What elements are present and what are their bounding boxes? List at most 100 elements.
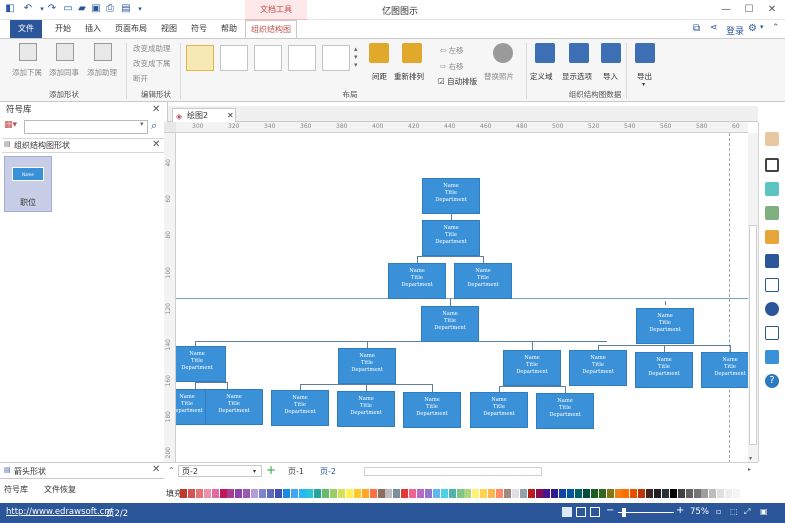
color-swatch[interactable] xyxy=(543,489,551,498)
color-swatch[interactable] xyxy=(345,489,353,498)
color-swatch[interactable] xyxy=(456,489,464,498)
color-swatch[interactable] xyxy=(622,489,630,498)
display-options-button[interactable]: 显示选项 xyxy=(562,43,596,83)
add-subordinate-button[interactable]: 添加下属 xyxy=(12,43,42,83)
layout-style-5[interactable] xyxy=(322,45,350,71)
horizontal-scrollbar[interactable] xyxy=(364,467,542,476)
color-swatch[interactable] xyxy=(717,489,725,498)
zoom-in-icon[interactable]: + xyxy=(676,505,684,516)
add-page-icon[interactable]: + xyxy=(266,463,276,477)
fill-icon[interactable] xyxy=(765,182,779,196)
normal-view-icon[interactable] xyxy=(562,507,572,517)
color-swatch[interactable] xyxy=(496,489,503,498)
color-swatch[interactable] xyxy=(677,489,685,498)
close-window-button[interactable]: ✕ xyxy=(761,2,783,18)
change-to-subordinate[interactable]: 改变成下属 xyxy=(133,58,171,69)
fit-page-icon[interactable] xyxy=(576,507,586,517)
color-swatch[interactable] xyxy=(519,489,527,498)
print-icon[interactable]: ⎙ xyxy=(104,3,116,15)
add-coworker-button[interactable]: 添加同事 xyxy=(49,43,79,83)
zoom-out-icon[interactable]: − xyxy=(606,505,614,516)
rearrange-button[interactable]: 重新排列 xyxy=(394,43,430,83)
tab-org-chart[interactable]: 组织结构图 xyxy=(245,20,297,38)
library-menu-icon[interactable]: ▦▾ xyxy=(4,120,22,134)
color-swatch[interactable] xyxy=(243,489,251,498)
close-category-icon[interactable]: ✕ xyxy=(152,139,160,150)
scroll-down-icon[interactable]: ▾ xyxy=(749,455,752,462)
fit-screen-icon[interactable]: ▫ xyxy=(716,507,721,516)
color-swatch[interactable] xyxy=(290,489,298,498)
connector-line[interactable] xyxy=(565,386,566,393)
org-node[interactable]: NameTitleDepartment xyxy=(636,308,694,344)
minimize-button[interactable]: — xyxy=(715,2,737,18)
close-arrow-shapes-icon[interactable]: ✕ xyxy=(152,464,160,475)
color-swatch[interactable] xyxy=(195,489,203,498)
move-left[interactable]: ⇦ 左移 xyxy=(440,45,464,56)
tab-symbols[interactable]: 符号 xyxy=(186,20,212,38)
color-swatch[interactable] xyxy=(314,489,322,498)
connector-line[interactable] xyxy=(532,341,533,350)
color-swatch[interactable] xyxy=(511,489,519,498)
expand-icon[interactable]: ⤢ xyxy=(744,507,750,517)
search-dropdown-icon[interactable]: ▾ xyxy=(140,120,144,128)
color-swatch[interactable] xyxy=(582,489,590,498)
color-swatch[interactable] xyxy=(448,489,456,498)
image-icon[interactable] xyxy=(765,206,779,220)
color-swatch[interactable] xyxy=(630,489,638,498)
connector-line[interactable] xyxy=(417,256,418,263)
color-swatch[interactable] xyxy=(527,489,535,498)
color-swatch[interactable] xyxy=(740,489,748,498)
connector-line[interactable] xyxy=(450,299,451,306)
fit-width-icon[interactable] xyxy=(590,507,600,517)
zoom-slider[interactable] xyxy=(618,508,674,517)
color-swatch[interactable] xyxy=(203,489,211,498)
color-swatch[interactable] xyxy=(575,489,582,498)
connector-line[interactable] xyxy=(499,386,565,387)
color-swatch[interactable] xyxy=(251,489,259,498)
globe-icon[interactable] xyxy=(765,302,779,316)
vertical-scrollbar[interactable]: ▾ xyxy=(748,133,758,463)
org-node[interactable]: NameTitleDepartment xyxy=(388,263,446,299)
org-node[interactable]: NameTitleDepartment xyxy=(503,350,561,386)
color-swatch[interactable] xyxy=(661,489,669,498)
color-swatch[interactable] xyxy=(417,489,424,498)
page-icon[interactable] xyxy=(765,254,779,268)
connector-line[interactable] xyxy=(665,301,666,305)
comment-icon[interactable] xyxy=(765,350,779,364)
color-swatch[interactable] xyxy=(701,489,709,498)
color-swatch[interactable] xyxy=(614,489,622,498)
open-icon[interactable]: ▰ xyxy=(76,3,88,15)
layout-style-2[interactable] xyxy=(220,45,248,71)
color-swatch[interactable] xyxy=(274,489,282,498)
color-swatch[interactable] xyxy=(424,489,432,498)
layout-style-1[interactable] xyxy=(186,45,214,71)
connector-line[interactable] xyxy=(664,345,665,352)
color-swatch[interactable] xyxy=(306,489,314,498)
layout-gallery-more-icon[interactable]: ▴ ▾ ▾ xyxy=(354,45,358,69)
scroll-right-icon[interactable]: ▸ xyxy=(748,466,751,473)
color-swatch[interactable] xyxy=(440,489,448,498)
org-node[interactable]: NameTitleDepartment xyxy=(422,220,480,256)
connector-line[interactable] xyxy=(730,345,731,352)
color-swatch[interactable] xyxy=(488,489,496,498)
color-swatch[interactable] xyxy=(211,489,219,498)
auto-layout-checkbox[interactable]: ☑ 自动排版 xyxy=(438,76,477,87)
spacing-button[interactable]: 间距 xyxy=(368,43,390,83)
document-tab[interactable]: ◈ 绘图2 ✕ xyxy=(172,108,236,122)
collapse-ribbon-icon[interactable]: ⌃ xyxy=(772,23,780,33)
color-swatch[interactable] xyxy=(646,489,654,498)
website-link[interactable]: http://www.edrawsoft.cn/ xyxy=(6,507,113,517)
color-swatch[interactable] xyxy=(361,489,369,498)
org-node[interactable]: NameTitleDepartment xyxy=(205,389,263,425)
color-swatch[interactable] xyxy=(377,489,385,498)
import-button[interactable]: 导入 xyxy=(600,43,622,83)
close-tab-icon[interactable]: ✕ xyxy=(227,109,234,122)
color-swatch[interactable] xyxy=(409,489,417,498)
color-swatch[interactable] xyxy=(598,489,606,498)
tab-help[interactable]: 帮助 xyxy=(216,20,242,38)
org-node[interactable]: NameTitleDepartment xyxy=(536,393,594,429)
connector-line[interactable] xyxy=(367,341,368,348)
org-node[interactable]: NameTitleDepartment xyxy=(403,392,461,428)
connector-line[interactable] xyxy=(195,382,196,389)
color-swatch[interactable] xyxy=(259,489,266,498)
